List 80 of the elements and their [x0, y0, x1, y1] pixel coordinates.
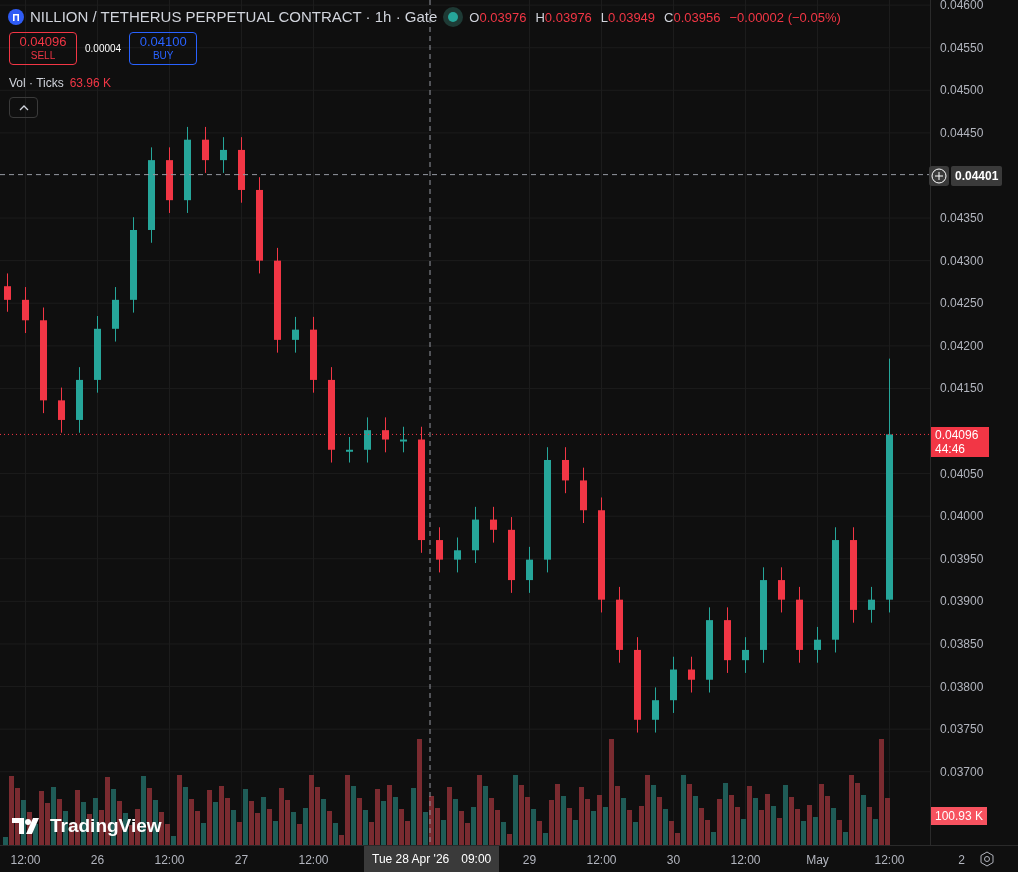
candle [382, 416, 389, 453]
time-axis-label: 26 [90, 852, 105, 869]
ohlc-value: H0.03976 [535, 8, 592, 27]
spread-value: 0.00004 [85, 42, 122, 56]
time-axis-label: May [806, 852, 829, 869]
volume-indicator-value: 63.96 K [69, 75, 112, 92]
add-plus-icon[interactable] [929, 166, 949, 186]
candle [742, 636, 749, 674]
candle [292, 316, 299, 354]
volume-value-label: 100.93 K [931, 807, 988, 825]
price-axis-label: 0.03800 [940, 679, 984, 694]
watermark-logo: TradingView [12, 812, 162, 841]
candle [688, 656, 695, 694]
last-price-label: 0.04096 44:46 [931, 427, 989, 458]
time-axis-label: 27 [234, 852, 249, 869]
candle [238, 136, 245, 204]
price-axis-label: 0.04300 [940, 253, 984, 268]
candle [22, 286, 29, 334]
candle [652, 686, 659, 734]
price-axis-label: 0.04550 [940, 40, 984, 55]
price-axis-label: 0.04450 [940, 125, 984, 140]
price-axis-label: 0.04350 [940, 211, 984, 226]
settings-icon[interactable] [979, 851, 995, 867]
time-axis-label: 30 [666, 852, 681, 869]
price-axis-label: 0.04600 [940, 0, 984, 13]
candle [526, 546, 533, 594]
crosshair-time-label: Tue 28 Apr '26 09:00 [364, 846, 500, 872]
candle [202, 126, 209, 174]
candle [4, 272, 11, 313]
candle [112, 286, 119, 343]
price-axis-label: 0.03750 [940, 722, 984, 737]
sell-button[interactable]: 0.04096 SELL [9, 32, 77, 65]
time-axis-label: 12:00 [154, 852, 185, 869]
chart-title: NILLION / TETHERUS PERPETUAL CONTRACT · 1h · Gate [30, 7, 438, 27]
price-axis-label: 0.04200 [940, 338, 984, 353]
crosshair-price-label: 0.04401 [951, 166, 1003, 186]
candle [580, 467, 587, 524]
price-axis-label: 0.04050 [940, 466, 984, 481]
candle [58, 387, 65, 434]
volume-indicator-label: Vol · Ticks [9, 75, 64, 92]
time-axis-label: 12:00 [874, 852, 905, 869]
ohlc-value: L0.03949 [600, 8, 656, 27]
ohlc-value: C0.03956 [664, 8, 721, 27]
candle [400, 426, 407, 453]
time-axis-label: 12:00 [10, 852, 41, 869]
price-axis-label: 0.03700 [940, 764, 984, 779]
price-axis-label: 0.03900 [940, 594, 984, 609]
candle [454, 537, 461, 573]
time-axis-label: 2 [958, 852, 965, 869]
time-axis-label: 12:00 [586, 852, 617, 869]
candle [346, 436, 353, 464]
candle [670, 656, 677, 714]
collapse-button[interactable] [9, 97, 38, 118]
chevron-up-icon [18, 104, 29, 111]
candle [490, 506, 497, 544]
time-axis-label: 12:00 [298, 852, 329, 869]
price-axis-label: 0.04500 [940, 83, 984, 98]
price-axis-label: 0.04250 [940, 296, 984, 311]
candle [166, 146, 173, 214]
candle [436, 526, 443, 573]
ohlc-value: O0.03976 [469, 8, 527, 27]
price-axis-label: 0.03950 [940, 551, 984, 566]
candle [364, 416, 371, 464]
logo-icon [8, 9, 24, 26]
candle [868, 586, 875, 624]
candle [472, 506, 479, 564]
time-axis-label: 12:00 [730, 852, 761, 869]
price-axis-label: 0.03850 [940, 636, 984, 651]
candle [814, 626, 821, 664]
price-axis-label: 0.04150 [940, 381, 984, 396]
price-change: −0.00002 (−0.05%) [729, 8, 841, 27]
candle [562, 446, 569, 494]
candle [778, 566, 785, 613]
candle [220, 136, 227, 174]
status-dot-icon [443, 7, 464, 28]
time-axis-label: 29 [522, 852, 537, 869]
price-axis-label: 0.04000 [940, 509, 984, 524]
candle [724, 606, 731, 674]
candle [76, 366, 83, 434]
buy-button[interactable]: 0.04100 BUY [129, 32, 198, 65]
